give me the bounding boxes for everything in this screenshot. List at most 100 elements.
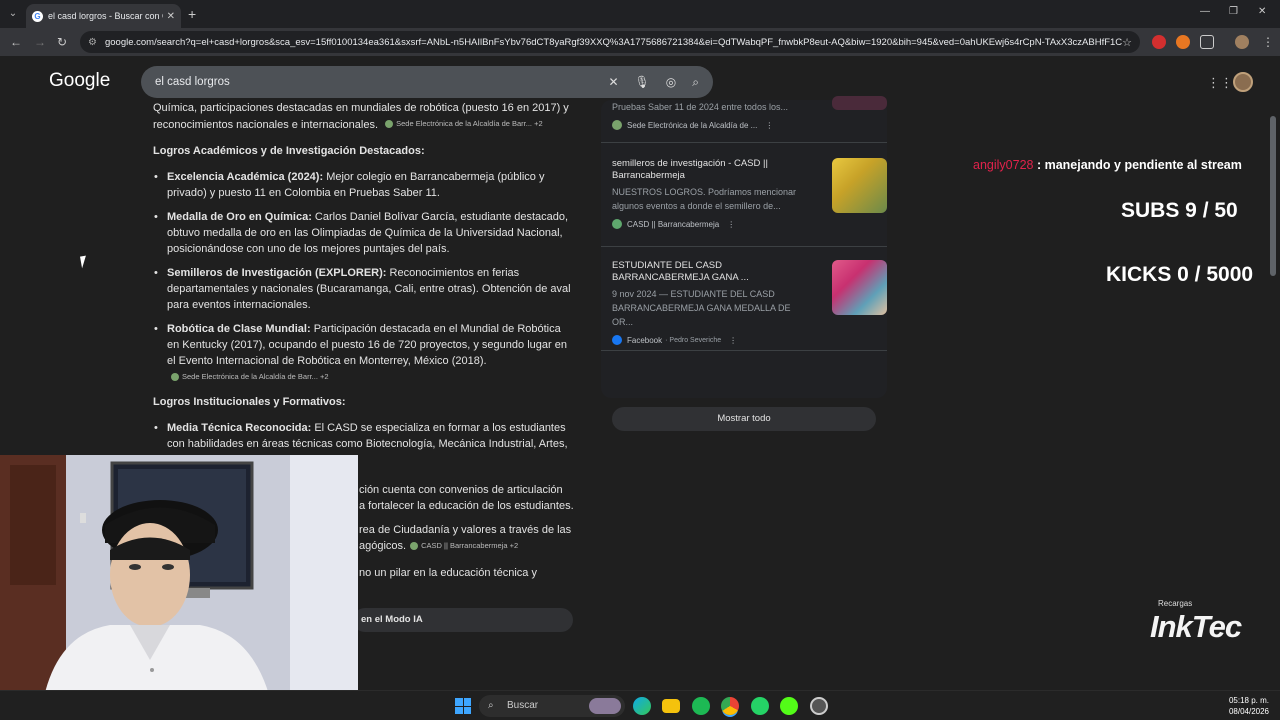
source-thumbnail bbox=[832, 260, 887, 315]
edge-icon[interactable] bbox=[633, 697, 651, 715]
source-snippet: Pruebas Saber 11 de 2024 entre todos los… bbox=[612, 102, 788, 112]
section-heading: Logros Institucionales y Formativos: bbox=[153, 396, 346, 408]
chat-message: angily0728 : manejando y pendiente al st… bbox=[973, 158, 1242, 172]
tab-search-icon[interactable]: ⌄ bbox=[5, 6, 21, 22]
item-bold: Semilleros de Investigación (EXPLORER): bbox=[167, 267, 387, 279]
tab-bar: ⌄ G el casd lorgros - Buscar con Go ✕ + … bbox=[0, 0, 1280, 28]
achievement-list: Excelencia Académica (2024): Mejor coleg… bbox=[153, 169, 573, 386]
back-icon[interactable]: ← bbox=[10, 35, 22, 49]
source-chip[interactable]: Sede Electrónica de la Alcaldía de Barr.… bbox=[385, 116, 543, 132]
source-site: Facebook · Pedro Severiche ⋮ bbox=[612, 335, 882, 345]
browser-toolbar: ← → ↻ ⚙ google.com/search?q=el+casd+lorg… bbox=[0, 28, 1280, 56]
tab-active[interactable]: G el casd lorgros - Buscar con Go ✕ bbox=[26, 4, 181, 28]
source-card[interactable]: Pruebas Saber 11 de 2024 entre todos los… bbox=[612, 96, 887, 130]
file-explorer-icon[interactable] bbox=[662, 699, 680, 713]
list-item: Robótica de Clase Mundial: Participación… bbox=[153, 321, 573, 386]
kick-icon[interactable] bbox=[780, 697, 798, 715]
subs-goal: SUBS 9 / 50 bbox=[1121, 199, 1238, 222]
facebook-icon bbox=[612, 335, 622, 345]
item-bold: Excelencia Académica (2024): bbox=[167, 171, 324, 183]
extension-icon[interactable] bbox=[1152, 35, 1166, 49]
app-icon[interactable] bbox=[810, 697, 828, 715]
divider bbox=[601, 246, 887, 247]
profile-avatar[interactable] bbox=[1235, 35, 1249, 49]
ai-mode-button[interactable]: en el Modo IA bbox=[353, 608, 573, 632]
source-card[interactable]: ESTUDIANTE DEL CASD BARRANCABERMEJA GANA… bbox=[612, 260, 887, 345]
more-options-icon[interactable]: ⋮ bbox=[765, 121, 773, 130]
divider bbox=[601, 142, 887, 143]
site-name: Sede Electrónica de la Alcaldía de ... bbox=[627, 120, 758, 130]
extension-icon[interactable] bbox=[1176, 35, 1190, 49]
source-thumbnail bbox=[832, 158, 887, 213]
text-fragment: agógicos. bbox=[359, 540, 407, 552]
show-all-button[interactable]: Mostrar todo bbox=[612, 407, 876, 431]
google-apps-icon[interactable]: ⋮⋮ bbox=[1207, 75, 1233, 91]
extensions-puzzle-icon[interactable] bbox=[1200, 35, 1214, 49]
webcam-feed bbox=[0, 455, 358, 720]
site-icon bbox=[612, 120, 622, 130]
new-tab-icon[interactable]: + bbox=[188, 6, 196, 22]
google-logo[interactable]: Google bbox=[49, 70, 110, 92]
search-query[interactable]: el casd lorgros bbox=[155, 76, 592, 88]
source-site: CASD || Barrancabermeja ⋮ bbox=[612, 219, 882, 229]
forward-icon[interactable]: → bbox=[34, 35, 46, 49]
browser-menu-icon[interactable]: ⋮ bbox=[1262, 35, 1274, 49]
source-chip[interactable]: Sede Electrónica de la Alcaldía de Barr.… bbox=[171, 369, 329, 385]
section-heading: Logros Académicos y de Investigación Des… bbox=[153, 145, 425, 157]
page-scrollbar[interactable] bbox=[1270, 116, 1276, 276]
item-bold: Medalla de Oro en Química: bbox=[167, 211, 312, 223]
source-chip-label: CASD || Barrancabermeja +2 bbox=[421, 541, 519, 550]
source-thumbnail bbox=[832, 96, 887, 110]
system-clock[interactable]: 05:18 p. m. 08/04/2026 bbox=[1219, 695, 1269, 717]
list-item: Medalla de Oro en Química: Carlos Daniel… bbox=[153, 209, 573, 257]
microphone-icon[interactable]: 🎙 bbox=[635, 75, 650, 89]
text-fragment: ción cuenta con convenios de articulació… bbox=[359, 484, 563, 496]
account-avatar[interactable] bbox=[1233, 72, 1253, 92]
clock-time: 05:18 p. m. bbox=[1228, 696, 1269, 705]
text-fragment: rea de Ciudadanía y valores a través de … bbox=[359, 524, 572, 536]
search-highlight-icon bbox=[589, 698, 621, 714]
site-name: CASD || Barrancabermeja bbox=[627, 219, 720, 229]
minimize-icon[interactable]: — bbox=[1200, 6, 1210, 17]
sources-panel: Pruebas Saber 11 de 2024 entre todos los… bbox=[601, 96, 887, 431]
windows-start-icon[interactable] bbox=[455, 698, 471, 714]
taskbar-search[interactable]: ⌕ Buscar bbox=[479, 695, 625, 717]
source-chip-label: Sede Electrónica de la Alcaldía de Barr.… bbox=[396, 119, 543, 128]
site-info-icon[interactable]: ⚙ bbox=[88, 37, 97, 48]
list-item: Excelencia Académica (2024): Mejor coleg… bbox=[153, 169, 573, 201]
search-icon[interactable]: ⌕ bbox=[692, 75, 699, 90]
clear-icon[interactable]: ✕ bbox=[608, 75, 618, 89]
institutional-list: Media Técnica Reconocida: El CASD se esp… bbox=[153, 420, 573, 452]
more-options-icon[interactable]: ⋮ bbox=[727, 220, 735, 229]
tab-close-icon[interactable]: ✕ bbox=[167, 11, 175, 22]
google-favicon-icon: G bbox=[32, 10, 43, 22]
text-fragment: no un pilar en la educación técnica y bbox=[359, 567, 537, 579]
search-icon: ⌕ bbox=[488, 700, 494, 711]
list-item: Media Técnica Reconocida: El CASD se esp… bbox=[153, 420, 573, 452]
chrome-icon[interactable] bbox=[721, 697, 739, 715]
address-bar[interactable]: ⚙ google.com/search?q=el+casd+lorgros&sc… bbox=[80, 31, 1140, 53]
taskbar-search-label: Buscar bbox=[507, 700, 539, 711]
spotify-icon[interactable] bbox=[692, 697, 710, 715]
source-title: ESTUDIANTE DEL CASD BARRANCABERMEJA GANA… bbox=[612, 260, 749, 283]
item-bold: Media Técnica Reconocida: bbox=[167, 422, 312, 434]
whatsapp-icon[interactable] bbox=[751, 697, 769, 715]
more-options-icon[interactable]: ⋮ bbox=[729, 336, 737, 345]
text-fragment: a fortalecer la educación de los estudia… bbox=[359, 500, 574, 512]
reload-icon[interactable]: ↻ bbox=[57, 35, 67, 49]
close-window-icon[interactable]: ✕ bbox=[1258, 6, 1266, 17]
source-site: Sede Electrónica de la Alcaldía de ... ⋮ bbox=[612, 120, 882, 130]
source-card[interactable]: semilleros de investigación - CASD || Ba… bbox=[612, 158, 887, 229]
source-chip[interactable]: CASD || Barrancabermeja +2 bbox=[410, 538, 518, 554]
bookmark-star-icon[interactable]: ☆ bbox=[1122, 36, 1132, 49]
source-chip-label: Sede Electrónica de la Alcaldía de Barr.… bbox=[182, 372, 329, 381]
site-author: · Pedro Severiche bbox=[665, 336, 722, 344]
search-box[interactable]: el casd lorgros ✕ 🎙 ◎ ⌕ bbox=[141, 66, 713, 98]
tab-title: el casd lorgros - Buscar con Go bbox=[48, 11, 163, 21]
site-icon bbox=[410, 542, 419, 550]
restore-icon[interactable]: ❐ bbox=[1229, 6, 1238, 17]
brand-big-text: InkTec bbox=[1150, 609, 1242, 644]
lens-icon[interactable]: ◎ bbox=[666, 75, 676, 89]
text-fragment-row: agógicos. CASD || Barrancabermeja +2 bbox=[359, 538, 518, 554]
clock-date: 08/04/2026 bbox=[1228, 707, 1269, 716]
